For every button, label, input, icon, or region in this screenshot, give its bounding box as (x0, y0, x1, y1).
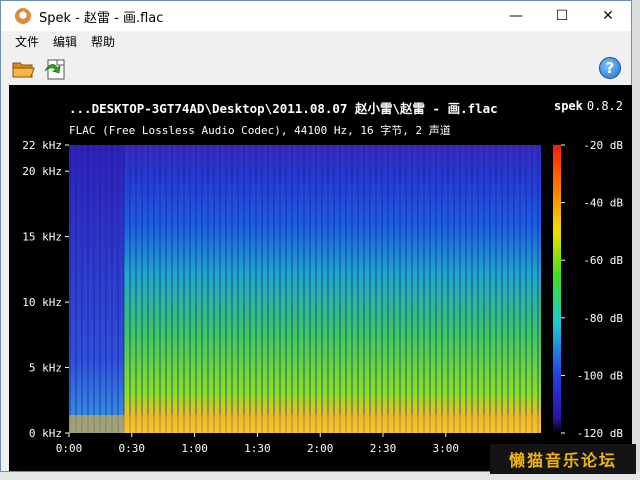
db-tick-label: -100 dB (577, 369, 624, 382)
frequency-axis: 0 kHz 5 kHz 10 kHz 15 kHz 20 kHz 22 kHz (22, 139, 69, 440)
time-tick-label: 1:00 (181, 442, 208, 455)
save-icon[interactable] (43, 57, 67, 81)
folder-open-icon[interactable] (11, 57, 35, 81)
time-axis: 0:00 0:30 1:00 1:30 2:00 2:30 3:00 (56, 433, 459, 455)
time-tick-label: 0:30 (119, 442, 146, 455)
close-button[interactable]: ✕ (585, 1, 631, 31)
window-title: Spek - 赵雷 - 画.flac (39, 10, 164, 26)
freq-tick-label: 15 kHz (22, 231, 62, 244)
title-bar[interactable]: Spek - 赵雷 - 画.flac — ☐ ✕ (1, 1, 631, 31)
maximize-button[interactable]: ☐ (539, 1, 585, 31)
help-icon[interactable]: ? (599, 57, 621, 79)
freq-tick-label: 0 kHz (29, 427, 62, 440)
db-tick-label: -40 dB (583, 197, 623, 210)
db-tick-label: -120 dB (577, 427, 624, 440)
freq-tick-label: 10 kHz (22, 296, 62, 309)
menu-file[interactable]: 文件 (15, 33, 39, 50)
db-axis: -20 dB -40 dB -60 dB -80 dB -100 dB -120 dB (561, 139, 623, 440)
forum-watermark: 懒猫音乐论坛 (490, 444, 636, 474)
freq-tick-label: 20 kHz (22, 165, 62, 178)
spectrogram-chart: 0 kHz5 kHz10 kHz15 kHz20 kHz22 kHz 0:00 0… (22, 139, 623, 455)
time-tick-label: 3:00 (433, 442, 460, 455)
time-tick-label: 0:00 (56, 442, 83, 455)
db-color-scale (553, 145, 561, 433)
minimize-button[interactable]: — (493, 1, 539, 31)
time-tick-label: 2:30 (370, 442, 397, 455)
freq-tick-label: 5 kHz (29, 362, 62, 375)
spek-window: Spek - 赵雷 - 画.flac — ☐ ✕ 文件 编辑 帮助 ? ...D… (0, 0, 633, 472)
db-tick-label: -20 dB (583, 139, 623, 152)
time-tick-label: 2:00 (307, 442, 334, 455)
db-tick-label: -80 dB (583, 312, 623, 325)
db-tick-label: -60 dB (583, 254, 623, 267)
time-tick-label: 1:30 (244, 442, 271, 455)
freq-tick-label: 22 kHz (22, 139, 62, 152)
spek-app-icon (15, 8, 31, 24)
background-window-edge (632, 0, 640, 480)
menu-help[interactable]: 帮助 (91, 33, 115, 50)
menu-edit[interactable]: 编辑 (53, 33, 77, 50)
menu-bar: 文件 编辑 帮助 (1, 31, 631, 51)
spectrogram-bass-band (69, 415, 541, 433)
spectrogram-panel: ...DESKTOP-3GT74AD\Desktop\2011.08.07 赵小… (9, 85, 633, 471)
spectrogram-texture (69, 145, 541, 433)
toolbar: ? (1, 53, 631, 85)
